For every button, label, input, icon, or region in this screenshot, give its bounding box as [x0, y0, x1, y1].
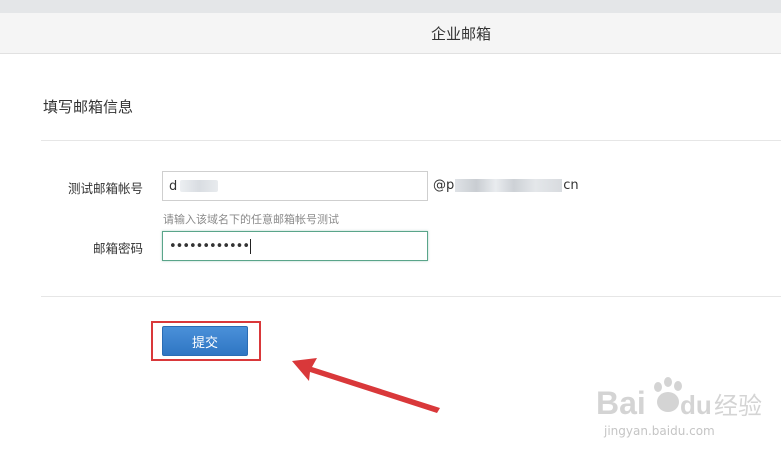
- paw-icon: [654, 377, 682, 412]
- svg-text:Bai: Bai: [596, 385, 646, 421]
- svg-text:du: du: [680, 390, 712, 420]
- baidu-logo: Bai du 经验: [596, 377, 762, 421]
- svg-text:经验: 经验: [714, 392, 762, 420]
- watermark-url: jingyan.baidu.com: [604, 424, 715, 438]
- arrow-shape: [292, 358, 440, 413]
